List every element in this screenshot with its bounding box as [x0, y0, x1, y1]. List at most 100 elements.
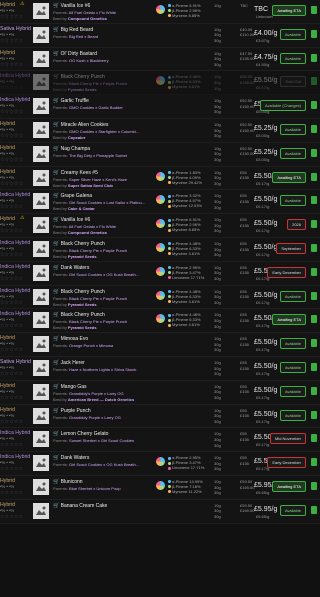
- status-badge[interactable]: Awaiting ETA: [272, 171, 306, 183]
- strain-thumbnail[interactable]: [33, 478, 49, 495]
- strain-thumbnail[interactable]: [33, 74, 49, 91]
- rating-stars[interactable]: ☆☆☆☆☆: [0, 62, 23, 68]
- strain-name[interactable]: 🛒 Purple Punch: [53, 408, 91, 414]
- strain-name[interactable]: 🛒 Creamy Kees #5: [53, 170, 98, 176]
- strain-name[interactable]: 🛒 Big Red Beard: [53, 27, 93, 33]
- rating-stars[interactable]: ☆☆☆☆☆: [0, 109, 23, 115]
- strain-thumbnail[interactable]: [33, 217, 49, 234]
- status-badge[interactable]: Early December: [267, 457, 306, 469]
- strain-name[interactable]: 🛒 Black Cherry Punch: [53, 74, 105, 80]
- status-badge[interactable]: Available: [279, 504, 306, 516]
- rating-stars[interactable]: ☆☆☆☆☆: [0, 252, 23, 258]
- document-icon[interactable]: [311, 124, 317, 133]
- document-icon[interactable]: [311, 29, 317, 38]
- strain-name[interactable]: 🛒 Grape Galena: [53, 193, 92, 199]
- strain-thumbnail[interactable]: [33, 145, 49, 162]
- rating-stars[interactable]: ☆☆☆☆☆: [0, 133, 23, 139]
- status-badge[interactable]: Available: [279, 195, 306, 207]
- strain-name[interactable]: 🛒 Mimosa Evo: [53, 336, 88, 342]
- strain-name[interactable]: 🛒 Banana Cream Cake: [53, 503, 107, 509]
- document-icon[interactable]: [311, 148, 317, 157]
- strain-name[interactable]: 🛒 Mango Gas: [53, 384, 86, 390]
- strain-thumbnail[interactable]: [33, 288, 49, 305]
- strain-thumbnail[interactable]: [33, 264, 49, 281]
- strain-row[interactable]: Indica Hybrid •% • •% ☆☆☆☆☆ 🛒 Dank Waters Pa…: [0, 261, 320, 286]
- rating-stars[interactable]: ☆☆☆☆☆: [0, 300, 23, 306]
- strain-name[interactable]: 🛒 Ol' Dirty Bastard: [53, 51, 97, 57]
- strain-row[interactable]: Hybrid •% • •% ☆☆☆☆☆ 🛒 Bluniconn Parents: Bl…: [0, 475, 320, 500]
- strain-thumbnail[interactable]: [33, 455, 49, 472]
- status-badge[interactable]: Available: [279, 52, 306, 64]
- document-icon[interactable]: [311, 315, 317, 324]
- document-icon[interactable]: [311, 410, 317, 419]
- strain-name[interactable]: 🛒 Bluniconn: [53, 479, 83, 485]
- strain-row[interactable]: Indica Hybrid •% • •% ☆☆☆☆☆ 🛒 Black Cherry …: [0, 71, 320, 96]
- rating-stars[interactable]: ☆☆☆☆☆: [0, 442, 23, 448]
- rating-stars[interactable]: ☆☆☆☆☆: [0, 419, 23, 425]
- strain-row[interactable]: Indica Hybrid •% • •% ☆☆☆☆☆ 🛒 Black Cherry …: [0, 237, 320, 262]
- rating-stars[interactable]: ☆☆☆☆☆: [0, 514, 23, 520]
- rating-stars[interactable]: ☆☆☆☆☆: [0, 204, 23, 210]
- strain-row[interactable]: Hybrid •% • •% ☆☆☆☆☆ 🛒 Miracle Alien Cookie…: [0, 118, 320, 143]
- rating-stars[interactable]: ☆☆☆☆☆: [0, 347, 23, 353]
- status-badge[interactable]: Awaiting ETA: [272, 480, 306, 492]
- rating-stars[interactable]: ☆☆☆☆☆: [0, 371, 23, 377]
- strain-row[interactable]: Sativa Hybrid •% • •% ☆☆☆☆☆ 🛒 Jack Herer Par…: [0, 356, 320, 381]
- strain-row[interactable]: Indica Hybrid •% • •% ☆☆☆☆☆ 🛒 Grape Galena P…: [0, 190, 320, 215]
- strain-row[interactable]: Hybrid •% • •% ☆☆☆☆☆ 🛒 Creamy Kees #5 Parent…: [0, 166, 320, 191]
- strain-thumbnail[interactable]: [33, 3, 49, 19]
- strain-row[interactable]: Sativa Hybrid •% • •% ☆☆☆☆☆ 🛒 Big Red Beard…: [0, 23, 320, 48]
- rating-stars[interactable]: ☆☆☆☆☆: [0, 228, 23, 234]
- document-icon[interactable]: [311, 53, 317, 62]
- rating-stars[interactable]: ☆☆☆☆☆: [0, 38, 23, 44]
- rating-stars[interactable]: ☆☆☆☆☆: [0, 490, 23, 496]
- status-badge[interactable]: Awaiting ETA: [272, 314, 306, 326]
- strain-name[interactable]: 🛒 Black Cherry Punch: [53, 312, 105, 318]
- rating-stars[interactable]: ☆☆☆☆☆: [0, 181, 23, 187]
- status-badge[interactable]: Available (Changes): [260, 100, 306, 112]
- status-badge[interactable]: September: [276, 242, 306, 254]
- document-icon[interactable]: [311, 196, 317, 205]
- rating-stars[interactable]: ☆☆☆☆☆: [0, 85, 23, 91]
- status-badge[interactable]: Available: [279, 123, 306, 135]
- document-icon[interactable]: [311, 386, 317, 395]
- strain-row[interactable]: Hybrid •% • •% ☆☆☆☆☆ 🛒 Mimosa Evo Parents: O…: [0, 333, 320, 357]
- document-icon[interactable]: [311, 243, 317, 252]
- document-icon[interactable]: [311, 481, 317, 490]
- strain-row[interactable]: Hybrid •% • •% ☆☆☆☆☆ 🛒 Purple Punch Parents:…: [0, 404, 320, 429]
- status-badge[interactable]: Mid November: [269, 433, 306, 445]
- strain-row[interactable]: Hybrid ⚠ •% • •% ☆☆☆☆☆ 🛒 Vanilla Ice #6 Paren…: [0, 214, 320, 238]
- status-badge[interactable]: Early December: [267, 266, 306, 278]
- strain-row[interactable]: Indica Hybrid •% • •% ☆☆☆☆☆ 🛒 Lemon Cherry …: [0, 428, 320, 453]
- strain-row[interactable]: Hybrid •% • •% ☆☆☆☆☆ 🛒 Ol' Dirty Bastard Par…: [0, 47, 320, 72]
- status-badge[interactable]: Available: [279, 361, 306, 373]
- status-badge[interactable]: Available: [279, 409, 306, 421]
- rating-stars[interactable]: ☆☆☆☆☆: [0, 466, 23, 472]
- strain-row[interactable]: Hybrid ⚠ •% • •% ☆☆☆☆☆ 🛒 Vanilla Ice #6 Paren…: [0, 0, 320, 24]
- strain-thumbnail[interactable]: [33, 50, 49, 67]
- strain-name[interactable]: 🛒 Black Cherry Punch: [53, 289, 105, 295]
- strain-name[interactable]: 🛒 Garlic Truffle: [53, 98, 89, 104]
- status-badge[interactable]: Available: [279, 338, 306, 350]
- strain-thumbnail[interactable]: [33, 240, 49, 257]
- strain-name[interactable]: 🛒 Vanilla Ice #6: [53, 3, 90, 9]
- strain-name[interactable]: 🛒 Miracle Alien Cookies: [53, 122, 108, 128]
- strain-row[interactable]: Indica Hybrid •% • •% ☆☆☆☆☆ 🛒 Dank Waters Pa…: [0, 452, 320, 476]
- rating-stars[interactable]: ☆☆☆☆☆: [0, 14, 23, 20]
- rating-stars[interactable]: ☆☆☆☆☆: [0, 323, 23, 329]
- strain-name[interactable]: 🛒 Black Cherry Punch: [53, 241, 105, 247]
- strain-thumbnail[interactable]: [33, 312, 49, 329]
- document-icon[interactable]: [311, 6, 317, 14]
- document-icon[interactable]: [311, 220, 317, 229]
- status-badge[interactable]: Available: [279, 385, 306, 397]
- document-icon[interactable]: [311, 434, 317, 443]
- strain-thumbnail[interactable]: [33, 336, 49, 353]
- document-icon[interactable]: [311, 458, 317, 467]
- strain-row[interactable]: Hybrid •% • •% ☆☆☆☆☆ 🛒 Banana Cream Cake 10g…: [0, 499, 320, 524]
- strain-thumbnail[interactable]: [33, 193, 49, 210]
- status-badge[interactable]: Awaiting ETA: [272, 5, 306, 16]
- strain-thumbnail[interactable]: [33, 169, 49, 186]
- strain-thumbnail[interactable]: [33, 26, 49, 43]
- status-badge[interactable]: Available: [279, 28, 306, 40]
- document-icon[interactable]: [311, 339, 317, 348]
